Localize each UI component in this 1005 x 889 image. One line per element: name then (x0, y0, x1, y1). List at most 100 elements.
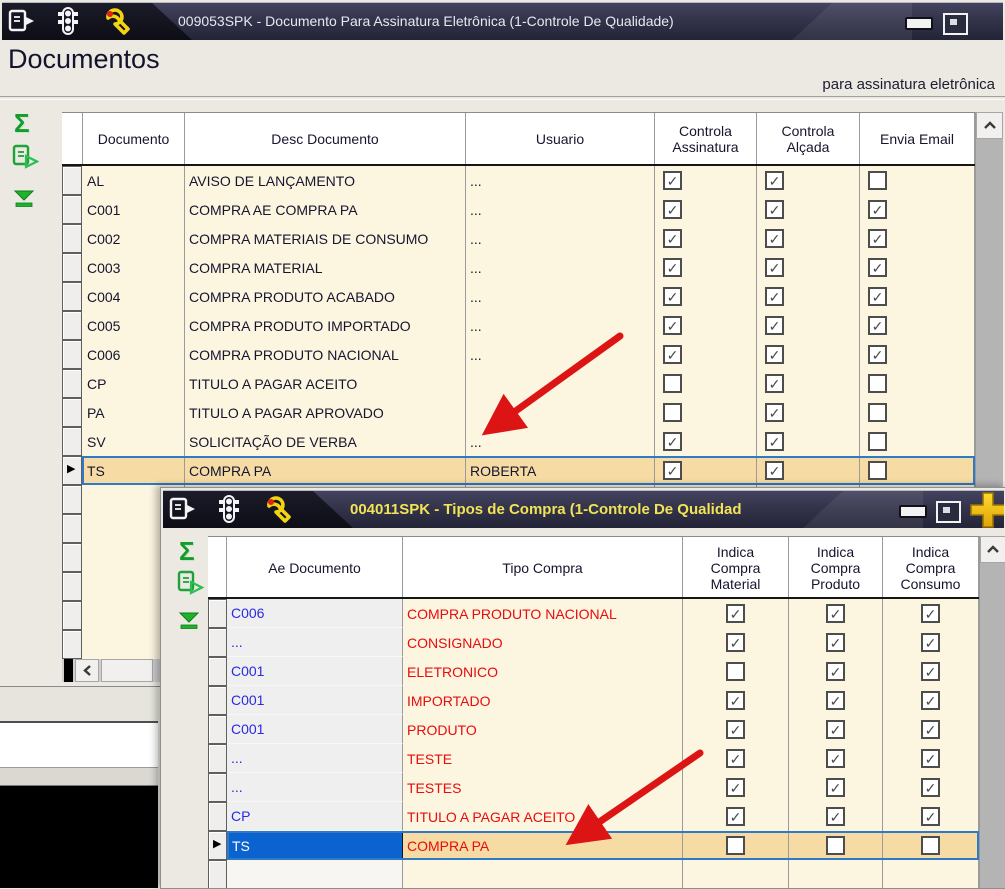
checkbox-produto[interactable]: ✓ (826, 807, 845, 826)
row-selector[interactable] (62, 485, 82, 514)
export-tool-icon[interactable] (177, 570, 205, 601)
checkbox-email[interactable] (868, 461, 887, 480)
wrench-icon[interactable] (104, 8, 132, 40)
checkbox-material[interactable]: ✓ (726, 633, 745, 652)
checkbox-produto[interactable]: ✓ (826, 633, 845, 652)
row-selector[interactable] (62, 340, 82, 369)
column-header-indica-compra-produto[interactable]: Indica Compra Produto (789, 537, 883, 598)
add-record-plus-icon[interactable] (969, 491, 1004, 528)
checkbox-alcada[interactable]: ✓ (765, 345, 784, 364)
checkbox-email[interactable]: ✓ (868, 229, 887, 248)
row-selector[interactable] (208, 686, 227, 715)
checkbox-material[interactable]: ✓ (726, 720, 745, 739)
checkbox-produto[interactable]: ✓ (826, 778, 845, 797)
column-header-indica-compra-consumo[interactable]: Indica Compra Consumo (883, 537, 979, 598)
checkbox-consumo[interactable]: ✓ (921, 778, 940, 797)
checkbox-alcada[interactable]: ✓ (765, 258, 784, 277)
traffic-light-icon[interactable] (217, 495, 241, 528)
table-row[interactable]: C006 COMPRA PRODUTO NACIONAL... ✓ ✓ ✓ (62, 340, 975, 369)
row-selector[interactable] (208, 744, 227, 773)
checkbox-consumo[interactable]: ✓ (921, 807, 940, 826)
checkbox-email[interactable]: ✓ (868, 316, 887, 335)
table-row[interactable]: ... TESTES ✓ ✓ ✓ (208, 773, 979, 802)
checkbox-consumo[interactable] (921, 836, 940, 855)
checkbox-alcada[interactable]: ✓ (765, 403, 784, 422)
row-selector[interactable] (62, 311, 82, 340)
row-selector[interactable] (62, 427, 82, 456)
checkbox-produto[interactable]: ✓ (826, 662, 845, 681)
checkbox-assinatura[interactable]: ✓ (663, 287, 682, 306)
checkbox-assinatura[interactable] (663, 374, 682, 393)
checkbox-alcada[interactable]: ✓ (765, 229, 784, 248)
row-selector[interactable] (62, 166, 82, 195)
column-header-tipo-compra[interactable]: Tipo Compra (403, 537, 683, 598)
column-header-ae-documento[interactable]: Ae Documento (227, 537, 403, 598)
table-row[interactable]: C001 PRODUTO ✓ ✓ ✓ (208, 715, 979, 744)
table-row[interactable]: PA TITULO A PAGAR APROVADO ✓ (62, 398, 975, 427)
checkbox-produto[interactable]: ✓ (826, 604, 845, 623)
window2-titlebar[interactable]: 004011SPK - Tipos de Compra (1-Controle … (163, 490, 1004, 528)
table-row[interactable]: ▶ TS COMPRA PA ROBERTA ✓ ✓ (62, 456, 975, 485)
row-selector[interactable] (62, 601, 82, 630)
traffic-light-icon[interactable] (56, 7, 80, 40)
checkbox-email[interactable]: ✓ (868, 287, 887, 306)
checkbox-material[interactable]: ✓ (726, 778, 745, 797)
checkbox-material[interactable] (726, 836, 745, 855)
splitter-handle[interactable] (64, 659, 73, 682)
exit-icon[interactable] (169, 497, 197, 526)
checkbox-consumo[interactable]: ✓ (921, 604, 940, 623)
checkbox-email[interactable] (868, 432, 887, 451)
column-header-controla-alcada[interactable]: Controla Alçada (757, 113, 860, 165)
scroll-up-button[interactable] (980, 536, 1005, 563)
sum-tool-icon[interactable]: Σ (179, 538, 195, 564)
table-row[interactable]: C005 COMPRA PRODUTO IMPORTADO... ✓ ✓ ✓ (62, 311, 975, 340)
vertical-scrollbar[interactable] (979, 536, 1005, 888)
checkbox-consumo[interactable]: ✓ (921, 691, 940, 710)
go-to-last-tool-icon[interactable] (13, 190, 35, 213)
checkbox-alcada[interactable]: ✓ (765, 287, 784, 306)
table-row[interactable]: CP TITULO A PAGAR ACEITO ✓ ✓ ✓ (208, 802, 979, 831)
row-selector[interactable] (208, 715, 227, 744)
table-row[interactable]: ▶ TS COMPRA PA (208, 831, 979, 860)
checkbox-alcada[interactable]: ✓ (765, 200, 784, 219)
row-selector[interactable] (208, 802, 227, 831)
row-selector[interactable] (62, 543, 82, 572)
table-row[interactable]: AL AVISO DE LANÇAMENTO... ✓ ✓ (62, 166, 975, 195)
row-selector[interactable] (62, 572, 82, 601)
minimize-button[interactable] (905, 17, 933, 30)
row-selector[interactable] (208, 657, 227, 686)
table-row[interactable]: SV SOLICITAÇÃO DE VERBA... ✓ ✓ (62, 427, 975, 456)
row-selector[interactable] (208, 773, 227, 802)
export-tool-icon[interactable] (12, 144, 40, 175)
checkbox-produto[interactable] (826, 836, 845, 855)
checkbox-material[interactable]: ✓ (726, 807, 745, 826)
row-selector[interactable] (62, 630, 82, 659)
column-header-indica-compra-material[interactable]: Indica Compra Material (683, 537, 789, 598)
checkbox-consumo[interactable]: ✓ (921, 662, 940, 681)
checkbox-assinatura[interactable]: ✓ (663, 461, 682, 480)
row-selector[interactable]: ▶ (208, 831, 227, 860)
checkbox-material[interactable]: ✓ (726, 604, 745, 623)
row-selector[interactable] (62, 282, 82, 311)
column-header-usuario[interactable]: Usuario (466, 113, 655, 165)
table-row[interactable]: C006 COMPRA PRODUTO NACIONAL ✓ ✓ ✓ (208, 599, 979, 628)
go-to-last-tool-icon[interactable] (178, 612, 200, 635)
column-header-desc-documento[interactable]: Desc Documento (185, 113, 466, 165)
sum-tool-icon[interactable]: Σ (14, 110, 30, 136)
row-selector[interactable]: ▶ (62, 456, 82, 485)
maximize-button[interactable] (936, 501, 961, 523)
checkbox-material[interactable]: ✓ (726, 691, 745, 710)
checkbox-email[interactable] (868, 374, 887, 393)
checkbox-assinatura[interactable]: ✓ (663, 316, 682, 335)
table-row[interactable]: CP TITULO A PAGAR ACEITO ✓ (62, 369, 975, 398)
exit-icon[interactable] (8, 9, 36, 38)
table-row[interactable]: C003 COMPRA MATERIAL... ✓ ✓ ✓ (62, 253, 975, 282)
checkbox-email[interactable]: ✓ (868, 258, 887, 277)
checkbox-material[interactable]: ✓ (726, 749, 745, 768)
checkbox-material[interactable] (726, 662, 745, 681)
table-row[interactable]: C001 IMPORTADO ✓ ✓ ✓ (208, 686, 979, 715)
table-row[interactable]: ... CONSIGNADO ✓ ✓ ✓ (208, 628, 979, 657)
checkbox-assinatura[interactable]: ✓ (663, 258, 682, 277)
checkbox-assinatura[interactable]: ✓ (663, 171, 682, 190)
checkbox-assinatura[interactable]: ✓ (663, 229, 682, 248)
